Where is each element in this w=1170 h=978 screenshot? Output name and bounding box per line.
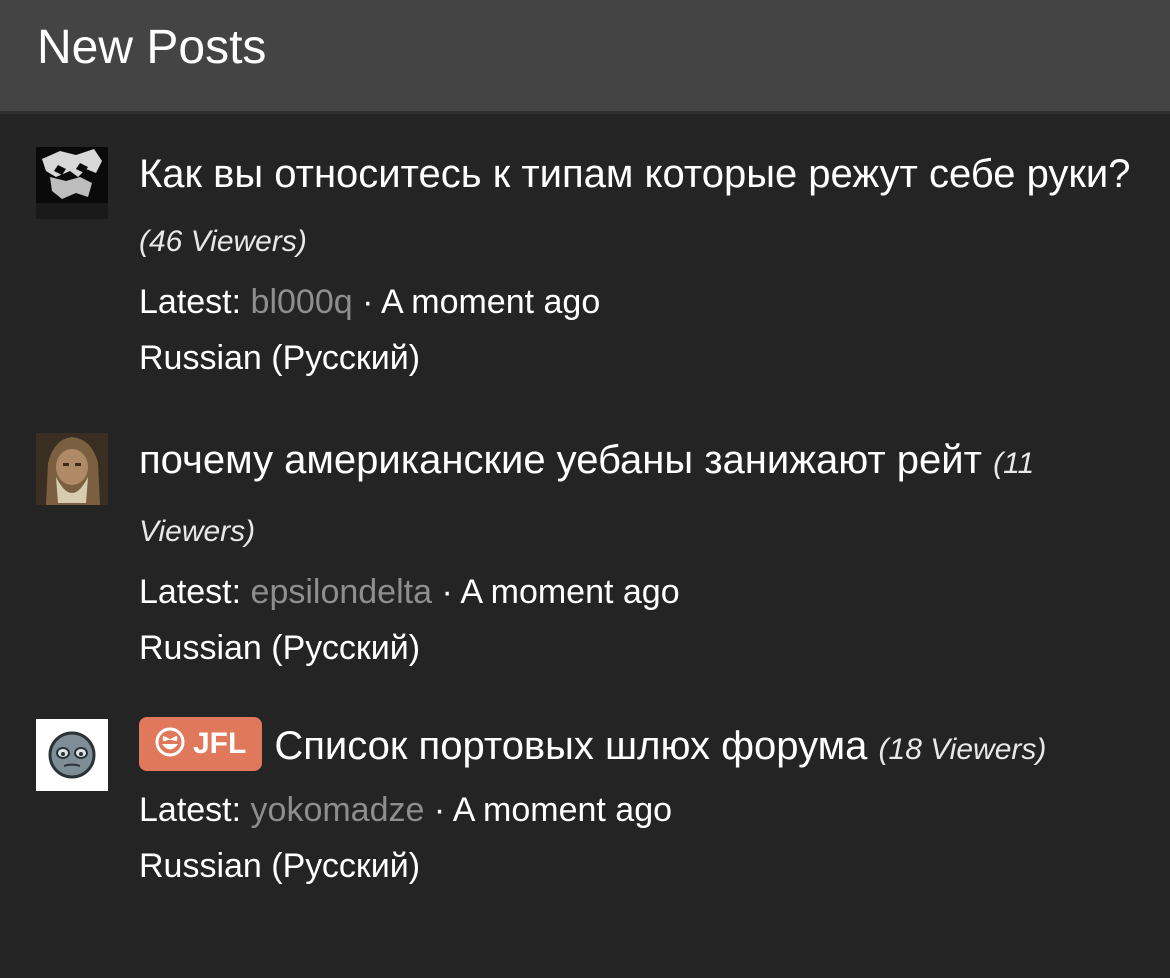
post-meta: Latest: epsilondelta · A moment ago	[139, 564, 1139, 620]
latest-user-link[interactable]: yokomadze	[251, 791, 425, 829]
post-language: Russian (Русский)	[139, 847, 421, 885]
page-header: New Posts	[0, 0, 1170, 114]
post-title-line: Как вы относитесь к типам которые режут …	[139, 142, 1139, 274]
viewers-count: (18 Viewers)	[878, 733, 1047, 766]
page-title: New Posts	[37, 21, 267, 74]
meta-separator: ·	[433, 791, 446, 829]
meta-separator: ·	[362, 283, 374, 321]
post-title-link[interactable]: почему американские уебаны занижают рейт	[139, 438, 982, 482]
jfl-prefix-badge[interactable]: JFL	[139, 717, 263, 771]
post-language: Russian (Русский)	[139, 339, 421, 377]
meta-separator: ·	[441, 573, 453, 611]
post-title-line: почему американские уебаны занижают рейт…	[139, 428, 1139, 564]
post-title-link[interactable]: Как вы относитесь к типам которые режут …	[139, 152, 1130, 196]
post-title-line: JFL Список портовых шлюх форума (18 Viewe…	[139, 714, 1139, 782]
latest-label: Latest:	[139, 791, 242, 829]
badge-label: JFL	[193, 727, 247, 760]
latest-time: A moment ago	[452, 791, 673, 829]
avatar[interactable]	[36, 719, 108, 791]
viewers-count: (46 Viewers)	[139, 225, 307, 258]
post-meta: Latest: bl000q · A moment ago	[139, 274, 1139, 330]
post-language: Russian (Русский)	[139, 629, 421, 667]
avatar[interactable]	[36, 433, 108, 505]
latest-label: Latest:	[139, 573, 242, 611]
laughing-face-icon	[153, 723, 187, 777]
avatar[interactable]	[36, 147, 108, 219]
latest-label: Latest:	[139, 283, 242, 321]
latest-time: A moment ago	[460, 573, 680, 611]
latest-user-link[interactable]: bl000q	[251, 283, 353, 321]
latest-user-link[interactable]: epsilondelta	[251, 573, 432, 611]
post-meta: Latest: yokomadze · A moment ago	[139, 782, 1139, 838]
post-title-link[interactable]: Список портовых шлюх форума	[274, 724, 867, 768]
latest-time: A moment ago	[381, 283, 601, 321]
